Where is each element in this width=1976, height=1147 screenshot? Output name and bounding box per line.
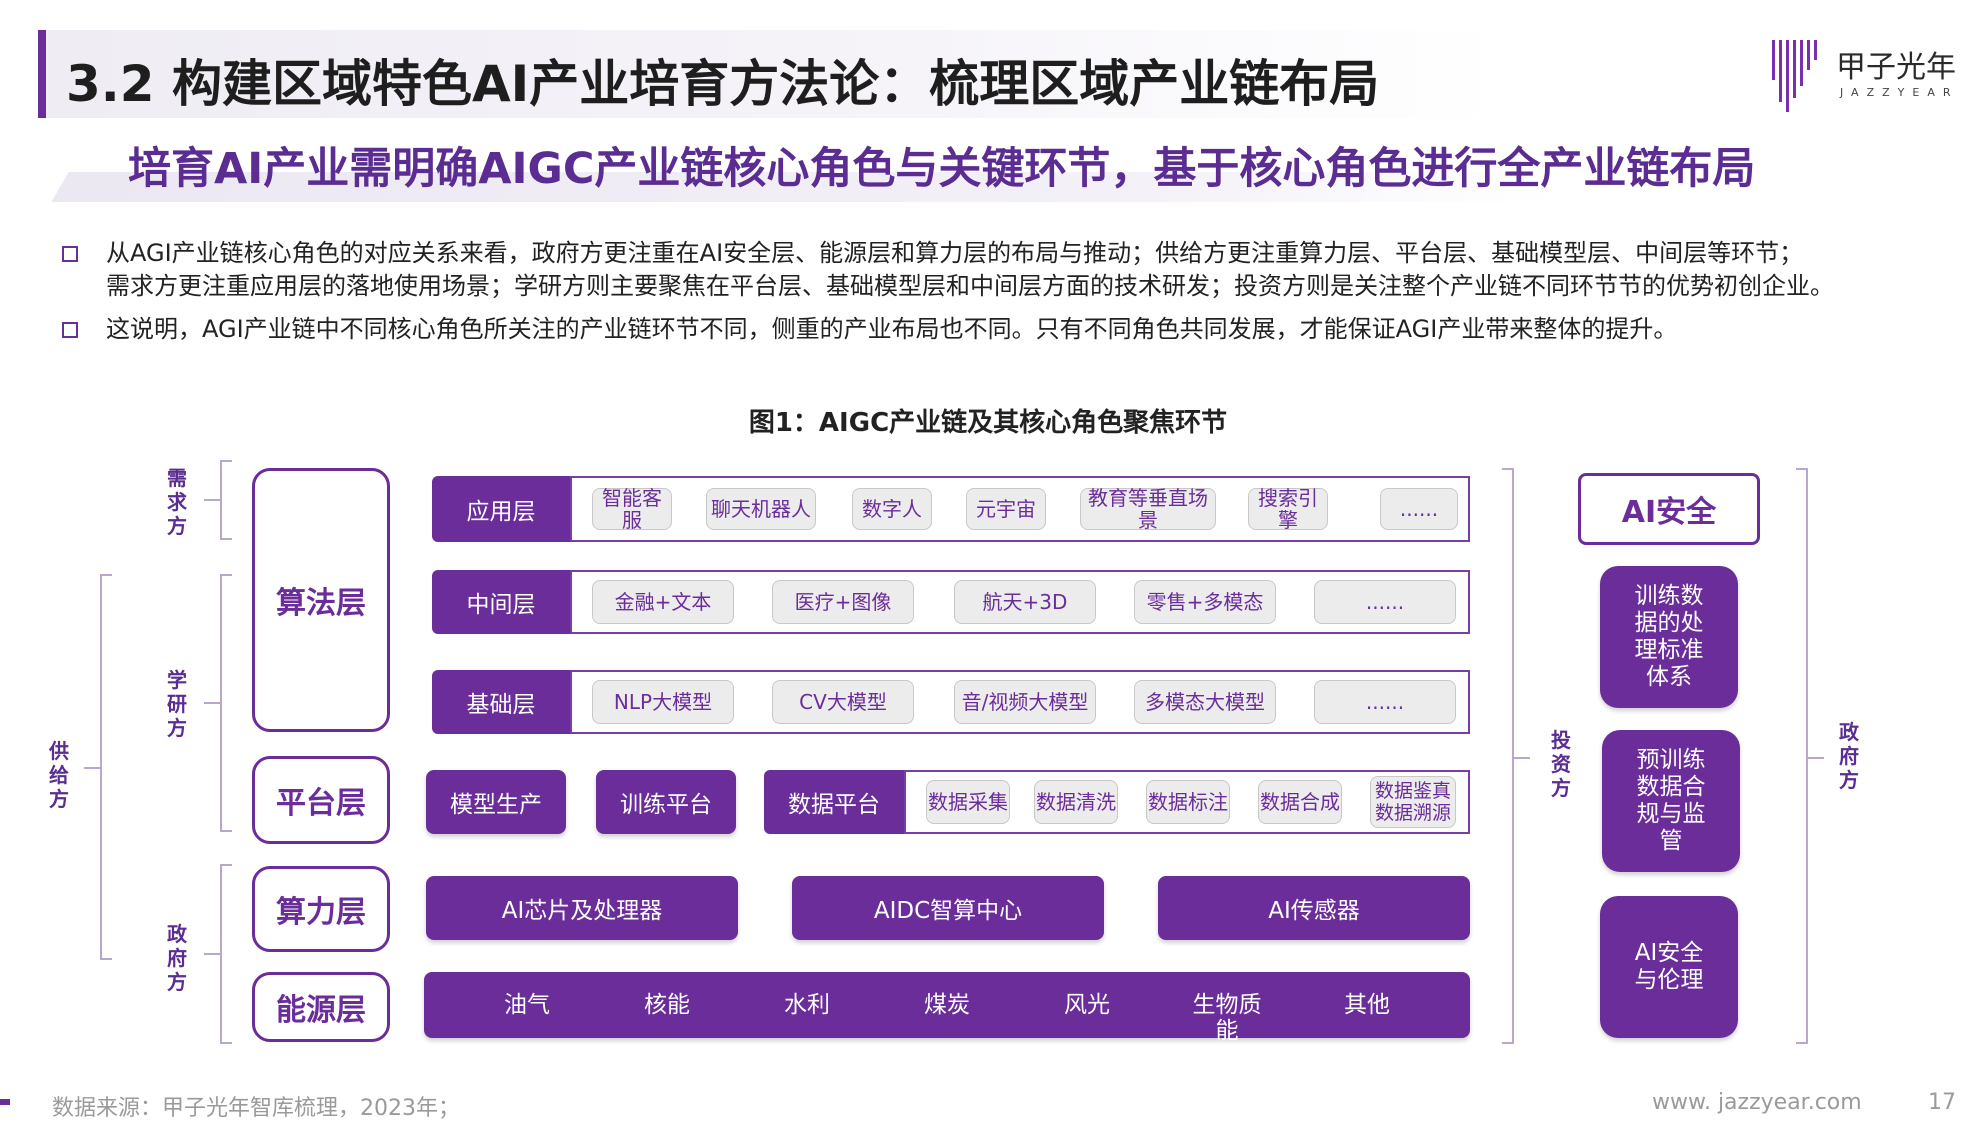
bracket-investment	[1502, 468, 1514, 1044]
app-item: 元宇宙	[966, 488, 1046, 530]
platform-training: 训练平台	[596, 770, 736, 834]
foundation-item: NLP大模型	[592, 680, 734, 724]
middle-item: 航天+3D	[954, 580, 1096, 624]
bullet-text: 从AGI产业链核心角色的对应关系来看，政府方更注重在AI安全层、能源层和算力层的…	[106, 239, 1834, 300]
layer-platform: 平台层	[252, 756, 390, 844]
bracket-government-left	[220, 864, 232, 1044]
footer-website-link[interactable]: www. jazzyear.com	[1652, 1090, 1862, 1115]
footer-accent-mark	[0, 1099, 10, 1105]
energy-item: 其他	[1344, 992, 1390, 1018]
bracket-tick	[84, 767, 100, 769]
app-item: ......	[1380, 488, 1458, 530]
page-subtitle: 培育AI产业需明确AIGC产业链核心角色与关键环节，基于核心角色进行全产业链布局	[128, 144, 1756, 194]
ai-safety-card: 训练数 据的处 理标准 体系	[1600, 566, 1738, 708]
page-title: 3.2 构建区域特色AI产业培育方法论：梳理区域产业链布局	[66, 55, 1380, 113]
middle-item: 金融+文本	[592, 580, 734, 624]
logo-wordmark-cn: 甲子光年	[1836, 50, 1956, 85]
energy-item: 核能	[644, 992, 690, 1018]
data-platform-item: 数据采集	[926, 780, 1010, 824]
data-platform-item: 数据标注	[1146, 780, 1230, 824]
bullet-square-icon	[62, 322, 78, 338]
logo-bars-icon	[1770, 36, 1824, 116]
compute-item: AIDC智算中心	[792, 876, 1104, 940]
ai-safety-title: AI安全	[1578, 473, 1760, 545]
row-label-middle: 中间层	[432, 570, 570, 634]
logo-wordmark-en: JAZZYEAR	[1840, 86, 1959, 99]
role-label-academic: 学研方	[167, 668, 187, 740]
energy-item: 生物质 能	[1192, 992, 1262, 1044]
middle-item: 零售+多模态	[1134, 580, 1276, 624]
middle-item: 医疗+图像	[772, 580, 914, 624]
bracket-tick	[204, 499, 220, 501]
data-platform-item: 数据鉴真 数据溯源	[1370, 776, 1456, 828]
middle-item: ......	[1314, 580, 1456, 624]
bracket-tick	[204, 702, 220, 704]
title-accent-bar	[38, 30, 46, 118]
energy-item: 煤炭	[924, 992, 970, 1018]
app-item: 智能客服	[592, 487, 672, 531]
figure-title: 图1：AIGC产业链及其核心角色聚焦环节	[748, 408, 1228, 438]
foundation-item: 音/视频大模型	[954, 680, 1096, 724]
platform-model-production: 模型生产	[426, 770, 566, 834]
bracket-academic	[220, 574, 232, 832]
row-label-foundation: 基础层	[432, 670, 570, 734]
bracket-tick	[1514, 757, 1530, 759]
app-item: 数字人	[852, 488, 932, 530]
ai-safety-card: 预训练 数据合 规与监 管	[1602, 730, 1740, 872]
bracket-supply	[100, 574, 112, 960]
layer-energy: 能源层	[252, 972, 390, 1042]
bracket-tick	[1808, 757, 1824, 759]
bullet-square-icon	[62, 246, 78, 262]
page-number: 17	[1928, 1090, 1956, 1115]
energy-bar: 油气 核能 水利 煤炭 风光 生物质 能 其他	[424, 972, 1470, 1044]
bracket-government-right	[1796, 468, 1808, 1044]
layer-algorithm: 算法层	[252, 468, 390, 732]
layer-compute: 算力层	[252, 866, 390, 952]
bracket-demand	[220, 460, 232, 540]
energy-item: 油气	[504, 992, 550, 1018]
energy-item: 风光	[1064, 992, 1110, 1018]
row-label-application: 应用层	[432, 476, 570, 542]
platform-data: 数据平台	[764, 770, 904, 834]
role-label-investment: 投资方	[1551, 728, 1571, 800]
data-platform-item: 数据合成	[1258, 780, 1342, 824]
app-item: 聊天机器人	[706, 488, 816, 530]
brand-logo: 甲子光年 JAZZYEAR	[1770, 36, 1960, 116]
footer-source: 数据来源：甲子光年智库梳理，2023年；	[52, 1096, 460, 1121]
energy-item: 水利	[784, 992, 830, 1018]
data-platform-item: 数据清洗	[1034, 780, 1118, 824]
bullet-text: 这说明，AGI产业链中不同核心角色所关注的产业链环节不同，侧重的产业布局也不同。…	[106, 315, 1678, 343]
role-label-government-left: 政府方	[167, 922, 187, 994]
foundation-item: ......	[1314, 680, 1456, 724]
bracket-tick	[204, 953, 220, 955]
compute-item: AI芯片及处理器	[426, 876, 738, 940]
role-label-government-right: 政府方	[1839, 720, 1859, 792]
foundation-item: CV大模型	[772, 680, 914, 724]
foundation-item: 多模态大模型	[1134, 680, 1276, 724]
compute-item: AI传感器	[1158, 876, 1470, 940]
app-item: 搜索引擎	[1248, 487, 1328, 531]
role-label-demand: 需求方	[167, 466, 187, 538]
ai-safety-card: AI安全 与伦理	[1600, 896, 1738, 1038]
app-item: 教育等垂直场景	[1080, 487, 1216, 531]
role-label-supply: 供给方	[49, 739, 69, 811]
